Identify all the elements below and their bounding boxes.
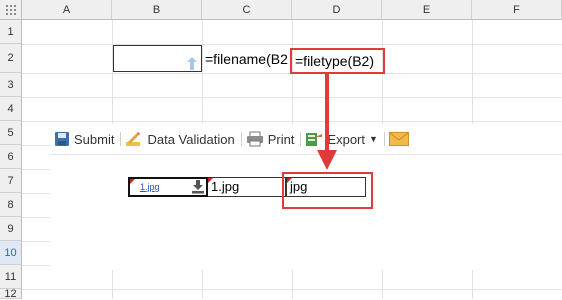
download-icon[interactable] — [191, 180, 205, 194]
column-header-f[interactable]: F — [472, 0, 562, 20]
envelope-icon — [388, 132, 409, 146]
printer-icon — [246, 131, 263, 147]
grid-line — [22, 44, 562, 45]
cell-c2[interactable]: =filename(B2 — [205, 51, 292, 71]
row-header-2[interactable]: 2 — [0, 44, 22, 73]
column-header-c[interactable]: C — [202, 0, 292, 20]
row-header-8[interactable]: 8 — [0, 193, 22, 217]
red-corner-marker — [130, 179, 135, 184]
file-link[interactable]: 1.jpg — [140, 182, 160, 192]
column-header-b[interactable]: B — [112, 0, 202, 20]
file-cell[interactable]: 1.jpg — [128, 177, 208, 197]
cell-b2[interactable] — [113, 45, 202, 72]
row-header-5[interactable]: 5 — [0, 121, 22, 145]
export-sheet-icon — [306, 133, 323, 146]
column-header-a[interactable]: A — [22, 0, 112, 20]
print-label: Print — [267, 131, 295, 147]
row-header-12[interactable]: 12 — [0, 288, 22, 300]
row-header-10[interactable]: 10 — [0, 241, 22, 265]
report-toolbar: Submit Data Validation Print Export ▼ — [50, 124, 562, 155]
email-button[interactable] — [385, 124, 415, 154]
print-button[interactable]: Print — [242, 124, 301, 154]
row-header-7[interactable]: 7 — [0, 169, 22, 193]
select-all-corner[interactable] — [0, 0, 22, 20]
row-header-9[interactable]: 9 — [0, 217, 22, 241]
row-header-11[interactable]: 11 — [0, 265, 22, 289]
spreadsheet: A B C D E F 1 2 3 4 5 6 7 8 9 10 11 12 =… — [0, 0, 562, 300]
submit-label: Submit — [74, 131, 115, 147]
upload-arrow-icon[interactable] — [187, 57, 197, 70]
row-header-3[interactable]: 3 — [0, 73, 22, 97]
row-header-4[interactable]: 4 — [0, 97, 22, 121]
select-all-grid-icon — [5, 4, 16, 15]
column-header-e[interactable]: E — [382, 0, 472, 20]
data-validation-label: Data Validation — [147, 131, 235, 147]
data-validation-button[interactable]: Data Validation — [121, 124, 240, 154]
grid-line — [22, 289, 562, 290]
submit-button[interactable]: Submit — [50, 124, 120, 154]
grid-line — [22, 121, 562, 122]
filename-result-value: 1.jpg — [211, 179, 240, 194]
chevron-down-icon: ▼ — [369, 134, 378, 144]
floppy-disk-icon — [55, 132, 69, 146]
highlight-box-formula — [290, 48, 385, 74]
export-button[interactable]: Export ▼ — [301, 124, 384, 154]
filename-result-cell[interactable]: 1.jpg — [208, 177, 286, 197]
pencil-ruler-icon — [126, 132, 141, 146]
column-header-d[interactable]: D — [292, 0, 382, 20]
grid-line — [22, 97, 562, 98]
export-label: Export — [327, 131, 365, 147]
highlight-box-result — [282, 172, 373, 209]
row-header-6[interactable]: 6 — [0, 145, 22, 169]
row-header-1[interactable]: 1 — [0, 20, 22, 44]
